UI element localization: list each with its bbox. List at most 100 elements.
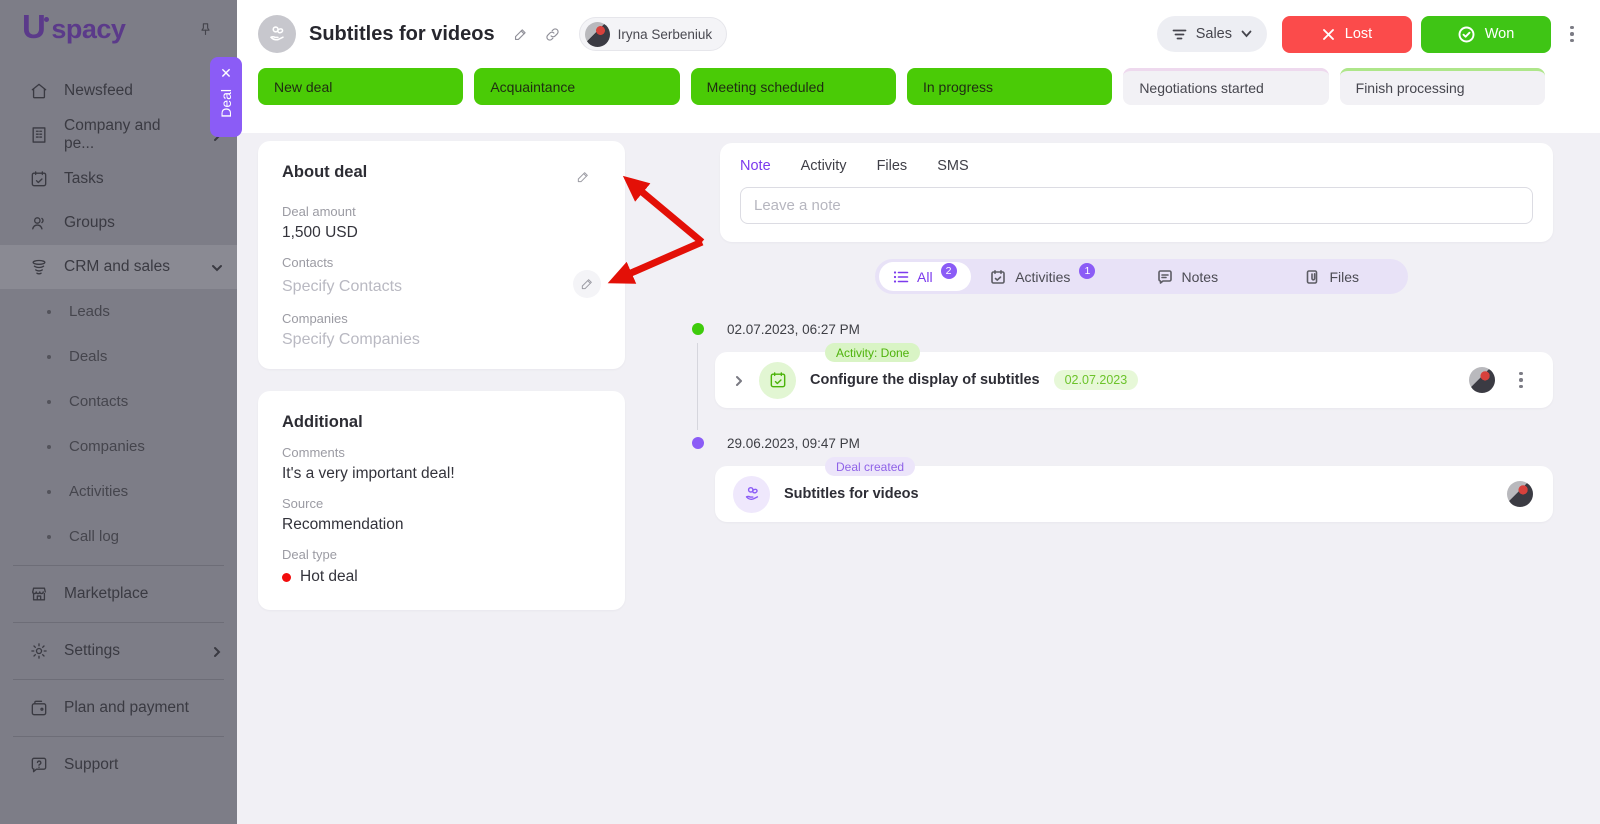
sidebar-item-plan-and-payment[interactable]: Plan and payment — [0, 686, 237, 730]
all-count-badge: 2 — [941, 263, 957, 279]
pin-sidebar-icon[interactable] — [191, 16, 219, 44]
sidebar-subitem-call-log[interactable]: Call log — [0, 514, 237, 559]
sidebar-item-groups[interactable]: Groups — [0, 201, 237, 245]
avatar — [1507, 481, 1533, 507]
filter-activities[interactable]: Activities 1 — [971, 269, 1115, 285]
deal-type-value: Hot deal — [300, 568, 358, 586]
timeline-timestamp: 29.06.2023, 09:47 PM — [727, 436, 860, 451]
source-value: Recommendation — [282, 516, 601, 534]
help-bubble-icon — [29, 755, 49, 775]
assignee-name: Iryna Serbeniuk — [618, 27, 713, 42]
header-more-menu[interactable] — [1560, 20, 1584, 48]
paperclip-icon — [1304, 269, 1320, 285]
filter-files[interactable]: Files — [1260, 269, 1404, 285]
timeline-dot-created — [692, 437, 704, 449]
won-button[interactable]: Won — [1421, 16, 1551, 53]
sidebar-subitem-leads[interactable]: Leads — [0, 289, 237, 334]
contacts-label: Contacts — [282, 255, 601, 270]
sidebar-subitem-contacts[interactable]: Contacts — [0, 379, 237, 424]
divider — [13, 565, 224, 566]
sidebar-item-crm-and-sales[interactable]: CRM and sales — [0, 245, 237, 289]
tab-note[interactable]: Note — [740, 158, 771, 174]
composer-card: Note Activity Files SMS — [720, 143, 1553, 242]
sidebar-subitem-activities[interactable]: Activities — [0, 469, 237, 514]
divider — [13, 622, 224, 623]
stage-finish-processing[interactable]: Finish processing — [1340, 68, 1545, 105]
edit-about-icon[interactable] — [569, 163, 597, 191]
note-bubble-icon — [1157, 269, 1173, 285]
timeline-dot-activity — [692, 323, 704, 335]
activities-count-badge: 1 — [1079, 263, 1095, 279]
sidebar-subitem-deals[interactable]: Deals — [0, 334, 237, 379]
assignee-chip[interactable]: Iryna Serbeniuk — [579, 17, 728, 51]
close-icon[interactable]: ✕ — [220, 66, 232, 80]
app-window: Uspacy Newsfeed Company and pe... Tasks — [0, 0, 1600, 824]
timeline-activity-card[interactable]: Activity: Done Configure the display of … — [715, 352, 1553, 408]
additional-title: Additional — [282, 413, 601, 432]
filter-notes[interactable]: Notes — [1115, 269, 1259, 285]
uspacy-logo[interactable]: Uspacy — [22, 14, 125, 45]
about-deal-title: About deal — [282, 163, 367, 182]
stage-in-progress[interactable]: In progress — [907, 68, 1112, 105]
bullet-icon — [47, 490, 51, 494]
pipeline-stages: New deal Acquaintance Meeting scheduled … — [258, 68, 1545, 105]
stage-new-deal[interactable]: New deal — [258, 68, 463, 105]
deal-hand-coins-icon — [733, 476, 770, 513]
sidebar-subitem-companies[interactable]: Companies — [0, 424, 237, 469]
specify-companies-field[interactable]: Specify Companies — [282, 331, 601, 349]
tab-sms[interactable]: SMS — [937, 158, 968, 174]
bullet-icon — [47, 355, 51, 359]
check-circle-icon — [1458, 26, 1475, 43]
sidebar: Uspacy Newsfeed Company and pe... Tasks — [0, 0, 237, 824]
lost-button[interactable]: Lost — [1282, 16, 1412, 53]
sidebar-item-support[interactable]: Support — [0, 743, 237, 787]
list-icon — [893, 269, 909, 285]
chevron-down-icon — [1241, 30, 1252, 38]
deal-amount-value: 1,500 USD — [282, 224, 601, 242]
gear-icon — [29, 641, 49, 661]
source-label: Source — [282, 496, 601, 511]
sidebar-item-settings[interactable]: Settings — [0, 629, 237, 673]
activity-status-badge: Activity: Done — [825, 343, 920, 362]
deal-hand-coins-icon — [266, 23, 288, 45]
deal-panel-tab[interactable]: ✕ Deal — [210, 57, 242, 137]
tab-activity[interactable]: Activity — [801, 158, 847, 174]
calendar-check-icon — [29, 169, 49, 189]
page-title: Subtitles for videos — [309, 23, 495, 46]
edit-contacts-icon[interactable] — [573, 270, 601, 298]
sidebar-item-company-and-people[interactable]: Company and pe... — [0, 113, 237, 157]
timeline-deal-created-card[interactable]: Deal created Subtitles for videos — [715, 466, 1553, 522]
stage-meeting-scheduled[interactable]: Meeting scheduled — [691, 68, 896, 105]
sidebar-nav: Newsfeed Company and pe... Tasks Groups … — [0, 69, 237, 787]
copy-link-icon[interactable] — [539, 20, 567, 48]
hot-deal-dot-icon — [282, 573, 291, 582]
additional-card: Additional Comments It's a very importan… — [258, 391, 625, 610]
building-icon — [29, 125, 49, 145]
deal-amount-label: Deal amount — [282, 204, 601, 219]
stage-negotiations-started[interactable]: Negotiations started — [1123, 68, 1328, 105]
funnel-stack-icon — [29, 257, 49, 277]
sidebar-item-marketplace[interactable]: Marketplace — [0, 572, 237, 616]
filter-all[interactable]: All 2 — [879, 262, 971, 291]
activity-calendar-icon — [759, 362, 796, 399]
activity-more-menu[interactable] — [1509, 366, 1533, 394]
edit-title-icon[interactable] — [507, 20, 535, 48]
activity-title[interactable]: Configure the display of subtitles — [810, 372, 1040, 388]
deal-type-label: Deal type — [282, 547, 601, 562]
about-deal-card: About deal Deal amount 1,500 USD Contact… — [258, 141, 625, 369]
stage-acquaintance[interactable]: Acquaintance — [474, 68, 679, 105]
funnel-lines-icon — [1172, 28, 1187, 41]
comments-label: Comments — [282, 445, 601, 460]
expand-chevron-icon[interactable] — [733, 374, 745, 386]
deal-header: Subtitles for videos Iryna Serbeniuk Sal… — [237, 0, 1600, 133]
note-input[interactable] — [740, 187, 1533, 224]
chevron-right-icon — [211, 645, 223, 657]
sidebar-item-newsfeed[interactable]: Newsfeed — [0, 69, 237, 113]
tab-files[interactable]: Files — [877, 158, 908, 174]
activity-date-chip: 02.07.2023 — [1054, 370, 1139, 390]
bullet-icon — [47, 400, 51, 404]
specify-contacts-field[interactable]: Specify Contacts — [282, 278, 402, 296]
deal-created-title[interactable]: Subtitles for videos — [784, 486, 919, 502]
pipeline-selector[interactable]: Sales — [1157, 16, 1267, 52]
sidebar-item-tasks[interactable]: Tasks — [0, 157, 237, 201]
